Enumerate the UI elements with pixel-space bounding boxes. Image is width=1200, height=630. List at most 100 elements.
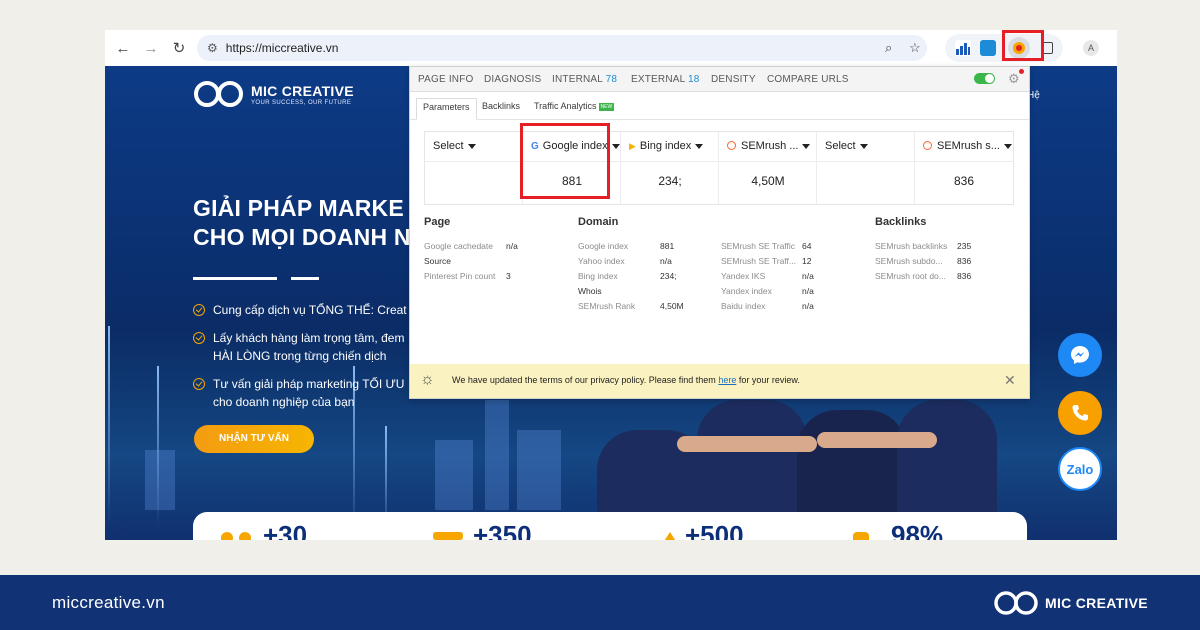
stats-card: +30 +350 +500 98%: [193, 512, 1027, 540]
tab-page-info[interactable]: PAGE INFO: [418, 74, 474, 85]
back-icon[interactable]: ←: [113, 38, 133, 58]
forward-icon[interactable]: →: [141, 38, 161, 58]
hero-title: GIẢI PHÁP MARKE CHO MỌI DOANH N: [193, 194, 411, 252]
page-row-value: 3: [506, 271, 511, 281]
metric-column[interactable]: SEMrush ... 4,50M: [719, 132, 817, 204]
subtab-parameters[interactable]: Parameters: [416, 98, 477, 120]
reload-icon[interactable]: ↻: [169, 38, 189, 58]
metric-column[interactable]: Select: [817, 132, 915, 204]
domain-row-value: 4,50M: [660, 301, 684, 311]
check-circle-icon: [193, 332, 205, 344]
logo-tagline: YOUR SUCCESS, OUR FUTURE: [251, 99, 352, 106]
caret-down-icon: [467, 143, 476, 149]
tab-internal[interactable]: INTERNAL 78: [552, 74, 617, 85]
highlight-box-google-index: [520, 123, 610, 199]
metric-column[interactable]: ▶ Bing index 234;: [621, 132, 719, 204]
metric-select[interactable]: ▶ Bing index: [621, 132, 719, 162]
subtab-traffic-analytics[interactable]: Traffic Analytics NEW: [534, 101, 615, 111]
tab-density[interactable]: DENSITY: [711, 74, 756, 85]
consult-button[interactable]: NHẬN TƯ VẤN: [194, 425, 314, 453]
check-circle-icon: [193, 378, 205, 390]
privacy-notice: ☼ We have updated the terms of our priva…: [410, 364, 1029, 398]
lightbulb-icon: ☼: [420, 371, 435, 388]
backlinks-row-value: 235: [957, 241, 972, 251]
backlinks-section-title: Backlinks: [875, 216, 927, 228]
domain-section-title: Domain: [578, 216, 619, 228]
close-icon[interactable]: ✕: [1004, 372, 1016, 389]
domain-row-label: Yandex IKS: [721, 271, 766, 281]
stat-icon: [433, 532, 463, 540]
url-text[interactable]: https://miccreative.vn: [226, 41, 339, 55]
metric-select[interactable]: SEMrush ...: [719, 132, 817, 162]
semrush-icon: [727, 141, 736, 150]
notice-link[interactable]: here: [718, 375, 736, 385]
domain-row-value: n/a: [802, 271, 814, 281]
page-row-label: Google cachedate: [424, 241, 493, 251]
bullet-text: Cung cấp dịch vụ TỔNG THỂ: Creat: [213, 303, 407, 317]
backlinks-row-label: SEMrush backlinks: [875, 241, 948, 251]
zalo-button[interactable]: Zalo: [1058, 447, 1102, 491]
footer-brand-name: MIC CREATIVE: [1045, 595, 1148, 611]
stat-icon: [221, 532, 233, 540]
metric-select[interactable]: SEMrush s...: [915, 132, 1013, 162]
enable-toggle[interactable]: [974, 73, 995, 84]
page-row-label: Pinterest Pin count: [424, 271, 496, 281]
building-shape: [517, 430, 561, 510]
bullet-item: Cung cấp dịch vụ TỔNG THỂ: Creat: [193, 301, 407, 319]
bookmark-star-icon[interactable]: ☆: [909, 40, 921, 56]
stat-icon: [239, 532, 251, 540]
metric-value: 4,50M: [751, 174, 785, 188]
domain-row-label: SEMrush Rank: [578, 301, 636, 311]
metric-column[interactable]: SEMrush s... 836: [915, 132, 1013, 204]
seo-extension-panel: PAGE INFO DIAGNOSIS INTERNAL 78 EXTERNAL…: [409, 66, 1030, 399]
zoom-icon[interactable]: ⌕: [885, 40, 892, 56]
panel-tabs: PAGE INFO DIAGNOSIS INTERNAL 78 EXTERNAL…: [410, 67, 1029, 92]
stats-extension-icon[interactable]: [955, 40, 971, 56]
domain-row-value: n/a: [660, 256, 672, 266]
tab-compare-urls[interactable]: COMPARE URLS: [767, 74, 849, 85]
site-logo[interactable]: MIC CREATIVE YOUR SUCCESS, OUR FUTURE: [193, 78, 354, 110]
address-bar[interactable]: ⚙ https://miccreative.vn ⌕ ☆: [197, 35, 927, 61]
call-button[interactable]: [1058, 391, 1102, 435]
footer-brand: MIC CREATIVE: [993, 589, 1148, 617]
domain-row-label: Google index: [578, 241, 629, 251]
phone-icon: [1072, 405, 1088, 421]
subtab-backlinks[interactable]: Backlinks: [482, 101, 520, 111]
browser-toolbar: ← → ↻ ⚙ https://miccreative.vn ⌕ ☆ A: [105, 30, 1117, 66]
caret-down-icon: [1003, 143, 1012, 149]
semrush-icon: [923, 141, 932, 150]
translate-extension-icon[interactable]: [980, 40, 996, 56]
domain-row-label: Yandex index: [721, 286, 772, 296]
messenger-button[interactable]: [1058, 333, 1102, 377]
building-shape: [145, 450, 175, 510]
domain-row-label: Baidu index: [721, 301, 766, 311]
hero-divider: [193, 277, 277, 280]
metric-select[interactable]: Select: [425, 132, 523, 162]
new-badge: NEW: [598, 102, 615, 111]
arm-shape: [817, 432, 937, 448]
metric-select[interactable]: Select: [817, 132, 915, 162]
page-row-label[interactable]: Source: [424, 256, 451, 266]
backlinks-row-label: SEMrush root do...: [875, 271, 946, 281]
panel-subtabs: Parameters Backlinks Traffic Analytics NE…: [410, 92, 1029, 120]
building-shape: [485, 400, 509, 510]
domain-row-label[interactable]: Whois: [578, 286, 602, 296]
hero-divider-short: [291, 277, 319, 280]
light-beam: [108, 326, 110, 526]
caret-down-icon: [695, 143, 704, 149]
tab-diagnosis[interactable]: DIAGNOSIS: [484, 74, 541, 85]
caret-down-icon: [802, 143, 811, 149]
profile-avatar[interactable]: A: [1083, 40, 1099, 56]
tab-external[interactable]: EXTERNAL 18: [631, 74, 700, 85]
stat-value: 98%: [891, 520, 944, 540]
domain-row-label: Yahoo index: [578, 256, 625, 266]
settings-gear-icon[interactable]: ⚙: [1008, 71, 1020, 87]
metric-value: 234;: [658, 174, 682, 188]
domain-row-value: n/a: [802, 301, 814, 311]
site-info-icon[interactable]: ⚙: [207, 41, 218, 55]
metrics-table: Select G Google index 881 ▶ Bing index 234…: [424, 131, 1014, 205]
stat-value: +30: [263, 520, 308, 540]
caret-down-icon: [859, 143, 868, 149]
metric-column[interactable]: Select: [425, 132, 523, 204]
domain-row-label: Bing index: [578, 271, 618, 281]
